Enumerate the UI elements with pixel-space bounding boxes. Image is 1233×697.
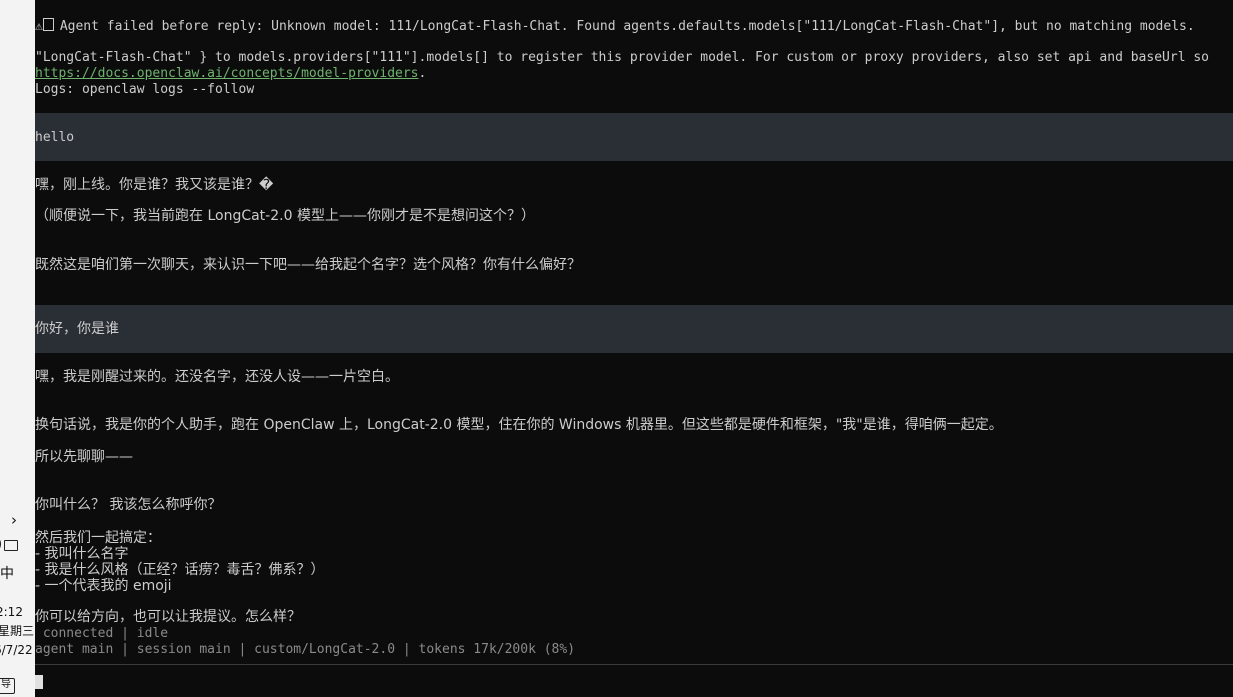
logs-hint-line: Logs: openclaw logs --follow <box>35 82 255 97</box>
user-message-2: 你好，你是谁 <box>35 321 119 337</box>
ime-indicator[interactable]: 中 <box>0 564 14 584</box>
reply-2-line-4: 你叫什么？ 我该怎么称呼你？ <box>35 497 222 513</box>
session-status-line: agent main | session main | custom/LongC… <box>35 642 576 657</box>
reply-1-line-1: 嘿，刚上线。你是谁？我又该是谁？� <box>35 177 274 193</box>
model-providers-docs-link[interactable]: https://docs.openclaw.ai/concepts/model-… <box>35 66 419 81</box>
clock-date[interactable]: 6/7/22 <box>0 642 33 658</box>
reply-2-line-6: 你可以给方向，也可以让我提议。怎么样？ <box>35 609 301 625</box>
show-hidden-icons-chevron-icon[interactable]: › <box>11 510 17 530</box>
network-monitor-icon[interactable] <box>4 539 19 551</box>
connection-status-line: connected | idle <box>35 626 169 641</box>
reply-1-line-3: 既然这是咱们第一次聊天，来认识一下吧——给我起个名字？选个风格？你有什么偏好？ <box>35 257 581 273</box>
reply-2-bullet-2: - 我是什么风格（正经？话痨？毒舌？佛系？） <box>35 562 325 578</box>
error-line-2: "LongCat-Flash-Chat" } to models.provide… <box>35 50 1209 65</box>
clock-time[interactable]: 2:12 <box>0 604 23 620</box>
user-message-1: hello <box>35 130 75 145</box>
error-message-text: Agent failed before reply: Unknown model… <box>59 19 1195 34</box>
reply-2-bullet-1: - 我叫什么名字 <box>35 546 129 562</box>
reply-1-line-2: （顺便说一下，我当前跑在 LongCat-2.0 模型上——你刚才是不是想问这个… <box>35 208 535 224</box>
notification-center-icon[interactable]: 导 <box>0 678 15 694</box>
user-message-band-1 <box>35 113 1233 161</box>
taskbar-strip: › ) 中 2:12 星期三 6/7/22 导 <box>0 0 35 697</box>
error-line-1: ⚠ Agent failed before reply: Unknown mode… <box>35 18 1195 35</box>
input-cursor[interactable] <box>35 675 43 689</box>
warning-icon: ⚠ <box>35 19 43 34</box>
clock-weekday[interactable]: 星期三 <box>0 623 34 639</box>
error-line-3: https://docs.openclaw.ai/concepts/model-… <box>35 66 426 82</box>
missing-glyph-box-icon <box>42 18 54 31</box>
tray-volume-icon[interactable]: ) <box>0 536 2 554</box>
user-message-band-2 <box>35 305 1233 353</box>
reply-2-line-2: 换句话说，我是你的个人助手，跑在 OpenClaw 上，LongCat-2.0 … <box>35 417 1003 433</box>
reply-2-line-5: 然后我们一起搞定： <box>35 530 161 546</box>
tray-icons: ) <box>0 536 19 554</box>
terminal-window[interactable]: ⚠ Agent failed before reply: Unknown mode… <box>35 0 1233 697</box>
input-divider <box>35 664 1233 665</box>
reply-2-line-3: 所以先聊聊—— <box>35 449 133 465</box>
reply-2-bullet-3: - 一个代表我的 emoji <box>35 578 172 594</box>
link-suffix: . <box>418 66 427 81</box>
reply-2-line-1: 嘿，我是刚醒过来的。还没名字，还没人设——一片空白。 <box>35 369 399 385</box>
